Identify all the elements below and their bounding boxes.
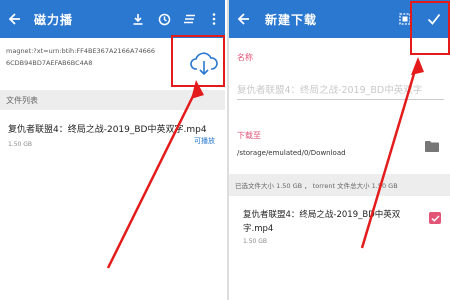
check-icon: [430, 214, 440, 222]
file-checkbox[interactable]: [429, 212, 441, 224]
name-input-value: 复仇者联盟4：终局之战-2019_BD中英双字: [237, 85, 423, 96]
playable-badge[interactable]: 可播放: [194, 136, 215, 146]
new-download-screen: 新建下载 名称 复仇者联盟4：终局之战-2019_BD中英双字 下载至 /sto…: [227, 0, 450, 300]
magnet-link: magnet:?xt=urn:btih:FF4BE367A2166A746666…: [6, 47, 156, 67]
more-vert-icon[interactable]: [203, 0, 225, 38]
sort-icon[interactable]: [177, 0, 203, 38]
download-to-label: 下载至: [237, 131, 261, 140]
cloud-download-icon[interactable]: [184, 42, 224, 86]
download-icon[interactable]: [125, 0, 151, 38]
file-size: 1.50 GB: [243, 238, 268, 245]
file-size: 1.50 GB: [8, 141, 33, 148]
back-arrow-icon[interactable]: [229, 0, 259, 38]
file-row[interactable]: 复仇者联盟4：终局之战-2019_BD中英双字.mp4 1.50 GB 可播放: [0, 114, 225, 154]
folder-icon[interactable]: [421, 136, 443, 156]
magnet-screen: 磁力播 magnet:?xt=urn:btih:FF4BE367A2166A74…: [0, 0, 225, 300]
confirm-check-icon[interactable]: [418, 0, 450, 38]
file-row[interactable]: 复仇者联盟4：终局之战-2019_BD中英双字.mp4 1.50 GB: [229, 200, 450, 254]
history-icon[interactable]: [151, 0, 177, 38]
file-name: 复仇者联盟4：终局之战-2019_BD中英双字.mp4: [243, 210, 401, 234]
download-path[interactable]: /storage/emulated/0/Download: [237, 149, 346, 157]
select-all-icon[interactable]: [392, 0, 418, 38]
name-label: 名称: [237, 53, 253, 62]
app-bar: 磁力播: [0, 0, 225, 38]
page-title: 磁力播: [34, 12, 74, 27]
back-arrow-icon[interactable]: [0, 0, 30, 38]
name-input[interactable]: 复仇者联盟4：终局之战-2019_BD中英双字: [237, 78, 444, 100]
app-bar: 新建下载: [229, 0, 450, 38]
file-name: 复仇者联盟4：终局之战-2019_BD中英双字.mp4: [8, 125, 207, 135]
file-list-header: 文件列表: [0, 90, 225, 110]
page-title: 新建下载: [265, 12, 318, 27]
selection-summary: 已选文件大小 1.50 GB ， torrent 文件总大小 1.50 GB: [229, 174, 450, 196]
